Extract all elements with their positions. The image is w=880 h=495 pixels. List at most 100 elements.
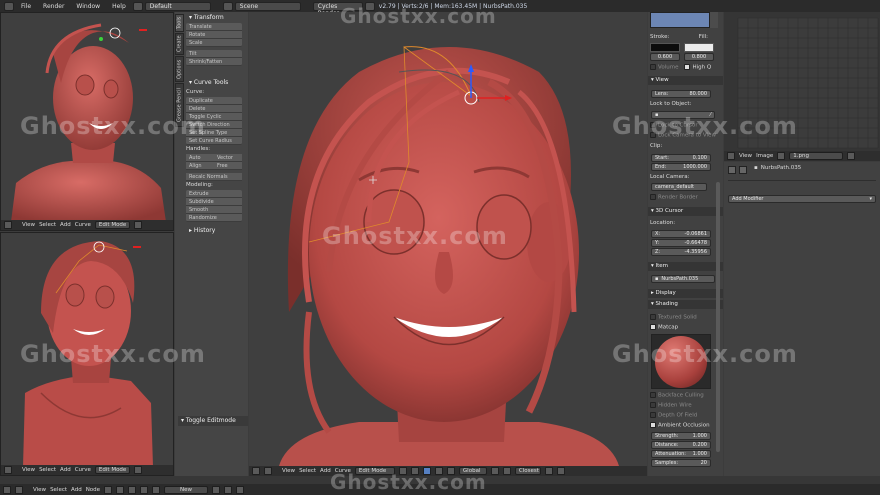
scale-button[interactable]: Scale [186, 39, 242, 47]
menu-render[interactable]: Render [38, 3, 69, 10]
menu-file[interactable]: File [16, 3, 36, 10]
menu-select[interactable]: Select [39, 222, 56, 228]
menu-node[interactable]: Node [86, 487, 100, 493]
use-nodes-icon[interactable] [212, 485, 221, 494]
proportional-icon[interactable] [490, 467, 499, 475]
extrude-button[interactable]: Extrude [186, 190, 242, 198]
menu-add[interactable]: Add [60, 467, 71, 473]
cursor-x-field[interactable]: X: -0.06861 [651, 230, 711, 238]
backface-culling-checkbox[interactable] [650, 392, 656, 398]
cursor-section-header[interactable]: ▾ 3D Cursor [648, 207, 723, 216]
mode-selector[interactable]: Edit Mode [94, 466, 131, 474]
menu-select[interactable]: Select [50, 487, 67, 493]
shading-section-header[interactable]: ▾ Shading [648, 300, 723, 309]
layout-icon[interactable] [132, 1, 143, 11]
menu-view[interactable]: View [739, 153, 752, 159]
object-nodes-icon[interactable] [140, 485, 149, 494]
menu-select[interactable]: Select [299, 468, 316, 474]
snap-icon[interactable] [502, 467, 511, 475]
toggle-editmode-panel[interactable]: ▾ Toggle Editmode [178, 416, 248, 426]
fill-color-swatch[interactable] [684, 43, 714, 52]
menu-window[interactable]: Window [71, 3, 105, 10]
menu-curve[interactable]: Curve [75, 222, 91, 228]
recalc-normals-button[interactable]: Recalc Normals [186, 173, 242, 181]
ao-attenuation-field[interactable]: Attenuation: 1.000 [651, 450, 711, 458]
curve-tools-title[interactable]: ▾ Curve Tools [186, 78, 248, 88]
matcap-checkbox[interactable] [650, 324, 656, 330]
ao-samples-field[interactable]: Samples: 20 [651, 459, 711, 467]
render-tab-icon[interactable] [728, 166, 736, 174]
editor-type-icon[interactable] [727, 152, 735, 160]
header-toggle-icon[interactable] [264, 467, 272, 475]
ambient-occlusion-checkbox[interactable] [650, 422, 656, 428]
image-browse-icon[interactable] [777, 152, 786, 160]
menu-view[interactable]: View [22, 467, 35, 473]
textured-solid-checkbox[interactable] [650, 314, 656, 320]
menu-select[interactable]: Select [39, 467, 56, 473]
cursor-y-field[interactable]: Y: -0.66478 [651, 239, 711, 247]
scene-selector[interactable]: Scene [234, 1, 301, 11]
cursor-z-field[interactable]: Z: -4.35956 [651, 248, 711, 256]
duplicate-button[interactable]: Duplicate [186, 97, 242, 105]
hidden-wire-checkbox[interactable] [650, 402, 656, 408]
tilt-button[interactable]: Tilt [186, 50, 242, 58]
image-name-field[interactable]: 1.png [789, 152, 844, 160]
compositing-nodes-icon[interactable] [116, 485, 125, 494]
blender-logo-icon[interactable] [4, 1, 14, 11]
stroke-color-swatch[interactable] [650, 43, 680, 52]
scroll-handle[interactable] [710, 12, 718, 28]
menu-add[interactable]: Add [60, 222, 71, 228]
randomize-button[interactable]: Randomize [186, 214, 242, 222]
add-modifier-button[interactable]: Add Modifier ▾ [728, 195, 876, 203]
pin-icon[interactable] [224, 485, 233, 494]
render-preview-icon[interactable] [556, 467, 565, 475]
editor-type-icon[interactable] [4, 221, 12, 229]
shading-icon[interactable] [134, 221, 143, 229]
transform-title[interactable]: ▾ Transform [186, 13, 248, 23]
editor-type-icon[interactable] [252, 467, 260, 475]
clip-end-field[interactable]: End: 1000.000 [651, 163, 711, 171]
view-section-header[interactable]: ▾ View [648, 76, 723, 85]
menu-view[interactable]: View [33, 487, 46, 493]
high-q-checkbox[interactable] [684, 64, 691, 70]
tab-tools[interactable]: Tools [175, 14, 184, 32]
ao-distance-field[interactable]: Distance: 0.200 [651, 441, 711, 449]
editor-type-icon[interactable] [3, 485, 11, 494]
snap-target-selector[interactable]: Closest [514, 467, 541, 475]
render-border-checkbox[interactable] [650, 194, 656, 200]
depth-of-field-checkbox[interactable] [650, 412, 656, 418]
menu-curve[interactable]: Curve [75, 467, 91, 473]
mode-selector[interactable]: Edit Mode [94, 221, 131, 229]
menu-image[interactable]: Image [756, 153, 773, 159]
handle-vector-button[interactable]: Vector [214, 154, 242, 162]
handle-free-button[interactable]: Free [214, 162, 242, 170]
local-camera-field[interactable]: camera_default [651, 183, 707, 191]
clip-start-field[interactable]: Start: 0.100 [651, 154, 711, 162]
menu-view[interactable]: View [282, 468, 295, 474]
lens-field[interactable]: Lens: 80.000 [651, 90, 711, 98]
header-toggle-icon[interactable] [15, 485, 23, 494]
fill-opacity-field[interactable]: 0.800 [684, 53, 714, 61]
smooth-button[interactable]: Smooth [186, 206, 242, 214]
backdrop-icon[interactable] [236, 485, 245, 494]
display-section-header[interactable]: ▸ Display [648, 289, 723, 298]
layout-selector[interactable]: Default [144, 1, 211, 11]
scene-icon[interactable] [222, 1, 233, 11]
volume-checkbox[interactable] [650, 64, 656, 70]
properties-scrollbar[interactable] [716, 182, 720, 452]
ao-strength-field[interactable]: Strength: 1.000 [651, 432, 711, 440]
image-options-icon[interactable] [847, 152, 856, 160]
menu-help[interactable]: Help [107, 3, 131, 10]
item-section-header[interactable]: ▾ Item [648, 262, 723, 271]
menu-add[interactable]: Add [71, 487, 82, 493]
editor-type-icon[interactable] [4, 466, 12, 474]
handle-auto-button[interactable]: Auto [186, 154, 214, 162]
history-panel-title[interactable]: ▸ History [186, 226, 248, 236]
menu-view[interactable]: View [22, 222, 35, 228]
tab-create[interactable]: Create [175, 33, 184, 55]
subdivide-button[interactable]: Subdivide [186, 198, 242, 206]
texture-nodes-icon[interactable] [128, 485, 137, 494]
shrink-fatten-button[interactable]: Shrink/Fatten [186, 58, 242, 66]
shading-icon[interactable] [134, 466, 143, 474]
snap-align-icon[interactable] [544, 467, 553, 475]
